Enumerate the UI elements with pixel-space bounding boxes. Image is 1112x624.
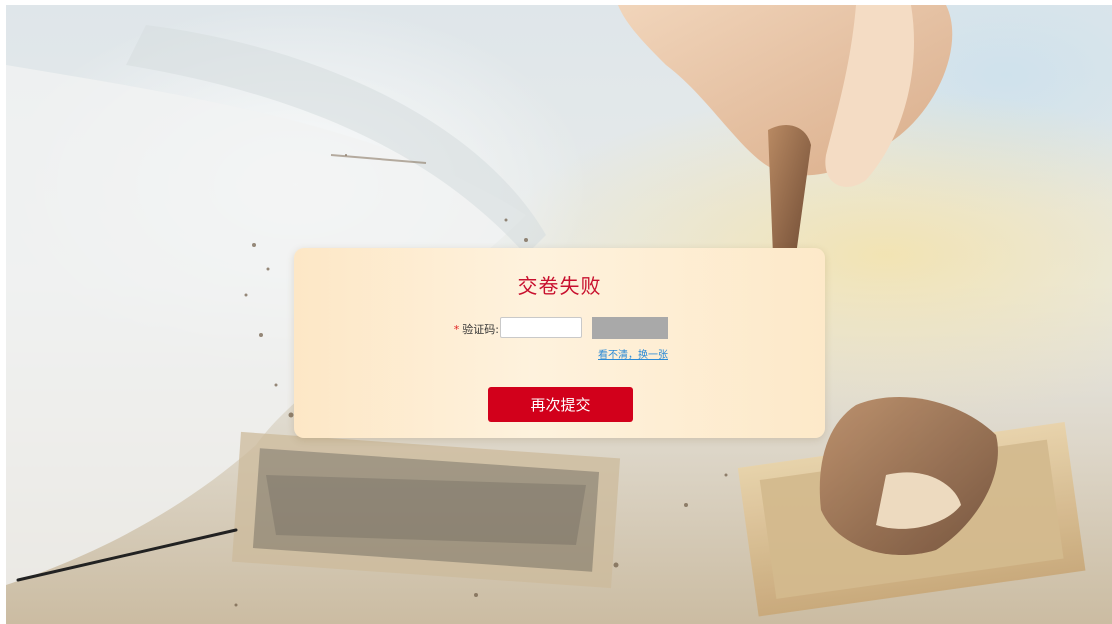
resubmit-button[interactable]: 再次提交 <box>488 387 633 422</box>
refresh-captcha-link[interactable]: 看不清，换一张 <box>592 346 668 361</box>
captcha-label: * 验证码: <box>444 321 499 337</box>
submission-failed-dialog: 交卷失败 * 验证码: 看不清，换一张 再次提交 <box>294 248 825 438</box>
captcha-label-text: 验证码: <box>462 323 499 336</box>
captcha-input[interactable] <box>500 317 582 338</box>
captcha-image[interactable] <box>592 317 668 339</box>
required-mark: * <box>453 323 460 336</box>
dialog-title: 交卷失败 <box>517 274 602 298</box>
held-root <box>768 125 811 264</box>
captcha-row: * 验证码: <box>294 317 825 341</box>
tray-middle <box>231 431 621 589</box>
